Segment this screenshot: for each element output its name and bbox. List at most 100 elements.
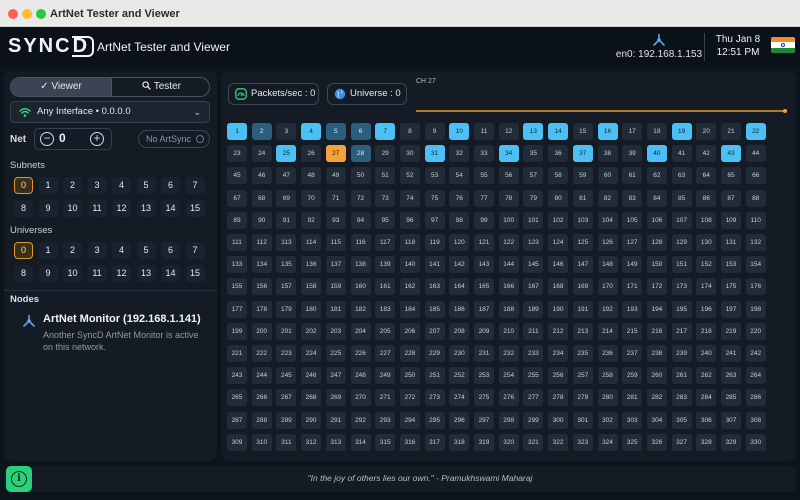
channel-cell-218[interactable]: 218 [696, 322, 717, 340]
channel-cell-314[interactable]: 314 [350, 433, 371, 451]
channel-cell-15[interactable]: 15 [572, 123, 593, 140]
channel-cell-51[interactable]: 51 [375, 167, 396, 185]
channel-cell-176[interactable]: 176 [745, 278, 766, 296]
channel-cell-35[interactable]: 35 [523, 145, 544, 163]
channel-cell-257[interactable]: 257 [572, 367, 593, 385]
channel-cell-173[interactable]: 173 [671, 278, 692, 296]
universe-button-7[interactable]: 7 [185, 242, 205, 259]
channel-cell-215[interactable]: 215 [622, 322, 643, 340]
channel-cell-169[interactable]: 169 [572, 278, 593, 296]
channel-cell-310[interactable]: 310 [251, 433, 272, 451]
channel-cell-152[interactable]: 152 [696, 256, 717, 274]
channel-cell-28[interactable]: 28 [350, 145, 371, 163]
channel-cell-175[interactable]: 175 [721, 278, 741, 296]
channel-cell-205[interactable]: 205 [375, 322, 396, 340]
channel-cell-286[interactable]: 286 [745, 389, 766, 407]
channel-cell-125[interactable]: 125 [572, 234, 593, 251]
channel-cell-140[interactable]: 140 [399, 256, 420, 274]
channel-cell-322[interactable]: 322 [548, 433, 569, 451]
channel-cell-231[interactable]: 231 [474, 345, 494, 362]
channel-cell-133[interactable]: 133 [227, 256, 247, 274]
channel-cell-104[interactable]: 104 [597, 211, 618, 229]
channel-cell-5[interactable]: 5 [325, 123, 346, 140]
channel-cell-122[interactable]: 122 [498, 234, 519, 251]
channel-cell-111[interactable]: 111 [227, 234, 247, 251]
channel-cell-199[interactable]: 199 [227, 322, 247, 340]
channel-cell-114[interactable]: 114 [301, 234, 322, 251]
channel-cell-228[interactable]: 228 [399, 345, 420, 362]
channel-cell-262[interactable]: 262 [696, 367, 717, 385]
channel-cell-200[interactable]: 200 [251, 322, 272, 340]
artsync-toggle[interactable]: No ArtSync [138, 130, 210, 148]
channel-cell-183[interactable]: 183 [375, 300, 396, 318]
channel-cell-278[interactable]: 278 [548, 389, 569, 407]
channel-cell-229[interactable]: 229 [424, 345, 445, 362]
channel-cell-304[interactable]: 304 [646, 411, 667, 429]
channel-cell-168[interactable]: 168 [548, 278, 569, 296]
universe-button-0[interactable]: 0 [14, 242, 33, 259]
channel-cell-46[interactable]: 46 [251, 167, 272, 185]
channel-cell-12[interactable]: 12 [498, 123, 519, 140]
channel-cell-34[interactable]: 34 [498, 145, 519, 163]
channel-cell-312[interactable]: 312 [301, 433, 322, 451]
channel-cell-75[interactable]: 75 [424, 189, 445, 207]
channel-cell-2[interactable]: 2 [251, 123, 272, 140]
channel-cell-33[interactable]: 33 [474, 145, 494, 163]
channel-cell-326[interactable]: 326 [646, 433, 667, 451]
minimize-window-button[interactable] [22, 9, 32, 19]
channel-cell-292[interactable]: 292 [350, 411, 371, 429]
channel-cell-79[interactable]: 79 [523, 189, 544, 207]
channel-cell-260[interactable]: 260 [646, 367, 667, 385]
channel-cell-64[interactable]: 64 [696, 167, 717, 185]
channel-cell-105[interactable]: 105 [622, 211, 643, 229]
channel-cell-80[interactable]: 80 [548, 189, 569, 207]
channel-cell-299[interactable]: 299 [523, 411, 544, 429]
channel-cell-76[interactable]: 76 [449, 189, 470, 207]
channel-cell-103[interactable]: 103 [572, 211, 593, 229]
channel-cell-126[interactable]: 126 [597, 234, 618, 251]
channel-cell-165[interactable]: 165 [474, 278, 494, 296]
increment-net-button[interactable]: + [90, 132, 104, 146]
channel-cell-311[interactable]: 311 [276, 433, 297, 451]
close-window-button[interactable] [8, 9, 18, 19]
channel-cell-197[interactable]: 197 [721, 300, 741, 318]
channel-cell-38[interactable]: 38 [597, 145, 618, 163]
channel-cell-206[interactable]: 206 [399, 322, 420, 340]
channel-cell-25[interactable]: 25 [276, 145, 297, 163]
channel-cell-196[interactable]: 196 [696, 300, 717, 318]
channel-cell-41[interactable]: 41 [671, 145, 692, 163]
channel-cell-117[interactable]: 117 [375, 234, 396, 251]
channel-cell-113[interactable]: 113 [276, 234, 297, 251]
channel-cell-112[interactable]: 112 [251, 234, 272, 251]
channel-cell-97[interactable]: 97 [424, 211, 445, 229]
channel-cell-198[interactable]: 198 [745, 300, 766, 318]
channel-cell-214[interactable]: 214 [597, 322, 618, 340]
channel-cell-146[interactable]: 146 [548, 256, 569, 274]
channel-cell-16[interactable]: 16 [597, 123, 618, 140]
channel-cell-72[interactable]: 72 [350, 189, 371, 207]
channel-cell-212[interactable]: 212 [548, 322, 569, 340]
channel-cell-18[interactable]: 18 [646, 123, 667, 140]
channel-cell-32[interactable]: 32 [449, 145, 470, 163]
channel-cell-141[interactable]: 141 [424, 256, 445, 274]
channel-cell-69[interactable]: 69 [276, 189, 297, 207]
channel-cell-23[interactable]: 23 [227, 145, 247, 163]
channel-cell-110[interactable]: 110 [745, 211, 766, 229]
channel-cell-123[interactable]: 123 [523, 234, 544, 251]
channel-cell-236[interactable]: 236 [597, 345, 618, 362]
channel-cell-36[interactable]: 36 [548, 145, 569, 163]
channel-cell-90[interactable]: 90 [251, 211, 272, 229]
channel-cell-244[interactable]: 244 [251, 367, 272, 385]
channel-cell-118[interactable]: 118 [399, 234, 420, 251]
channel-cell-95[interactable]: 95 [375, 211, 396, 229]
channel-cell-208[interactable]: 208 [449, 322, 470, 340]
channel-cell-164[interactable]: 164 [449, 278, 470, 296]
channel-cell-193[interactable]: 193 [622, 300, 643, 318]
channel-cell-150[interactable]: 150 [646, 256, 667, 274]
channel-cell-148[interactable]: 148 [597, 256, 618, 274]
channel-cell-216[interactable]: 216 [646, 322, 667, 340]
channel-cell-240[interactable]: 240 [696, 345, 717, 362]
channel-cell-327[interactable]: 327 [671, 433, 692, 451]
subnet-button-5[interactable]: 5 [136, 177, 156, 194]
subnet-button-3[interactable]: 3 [87, 177, 107, 194]
